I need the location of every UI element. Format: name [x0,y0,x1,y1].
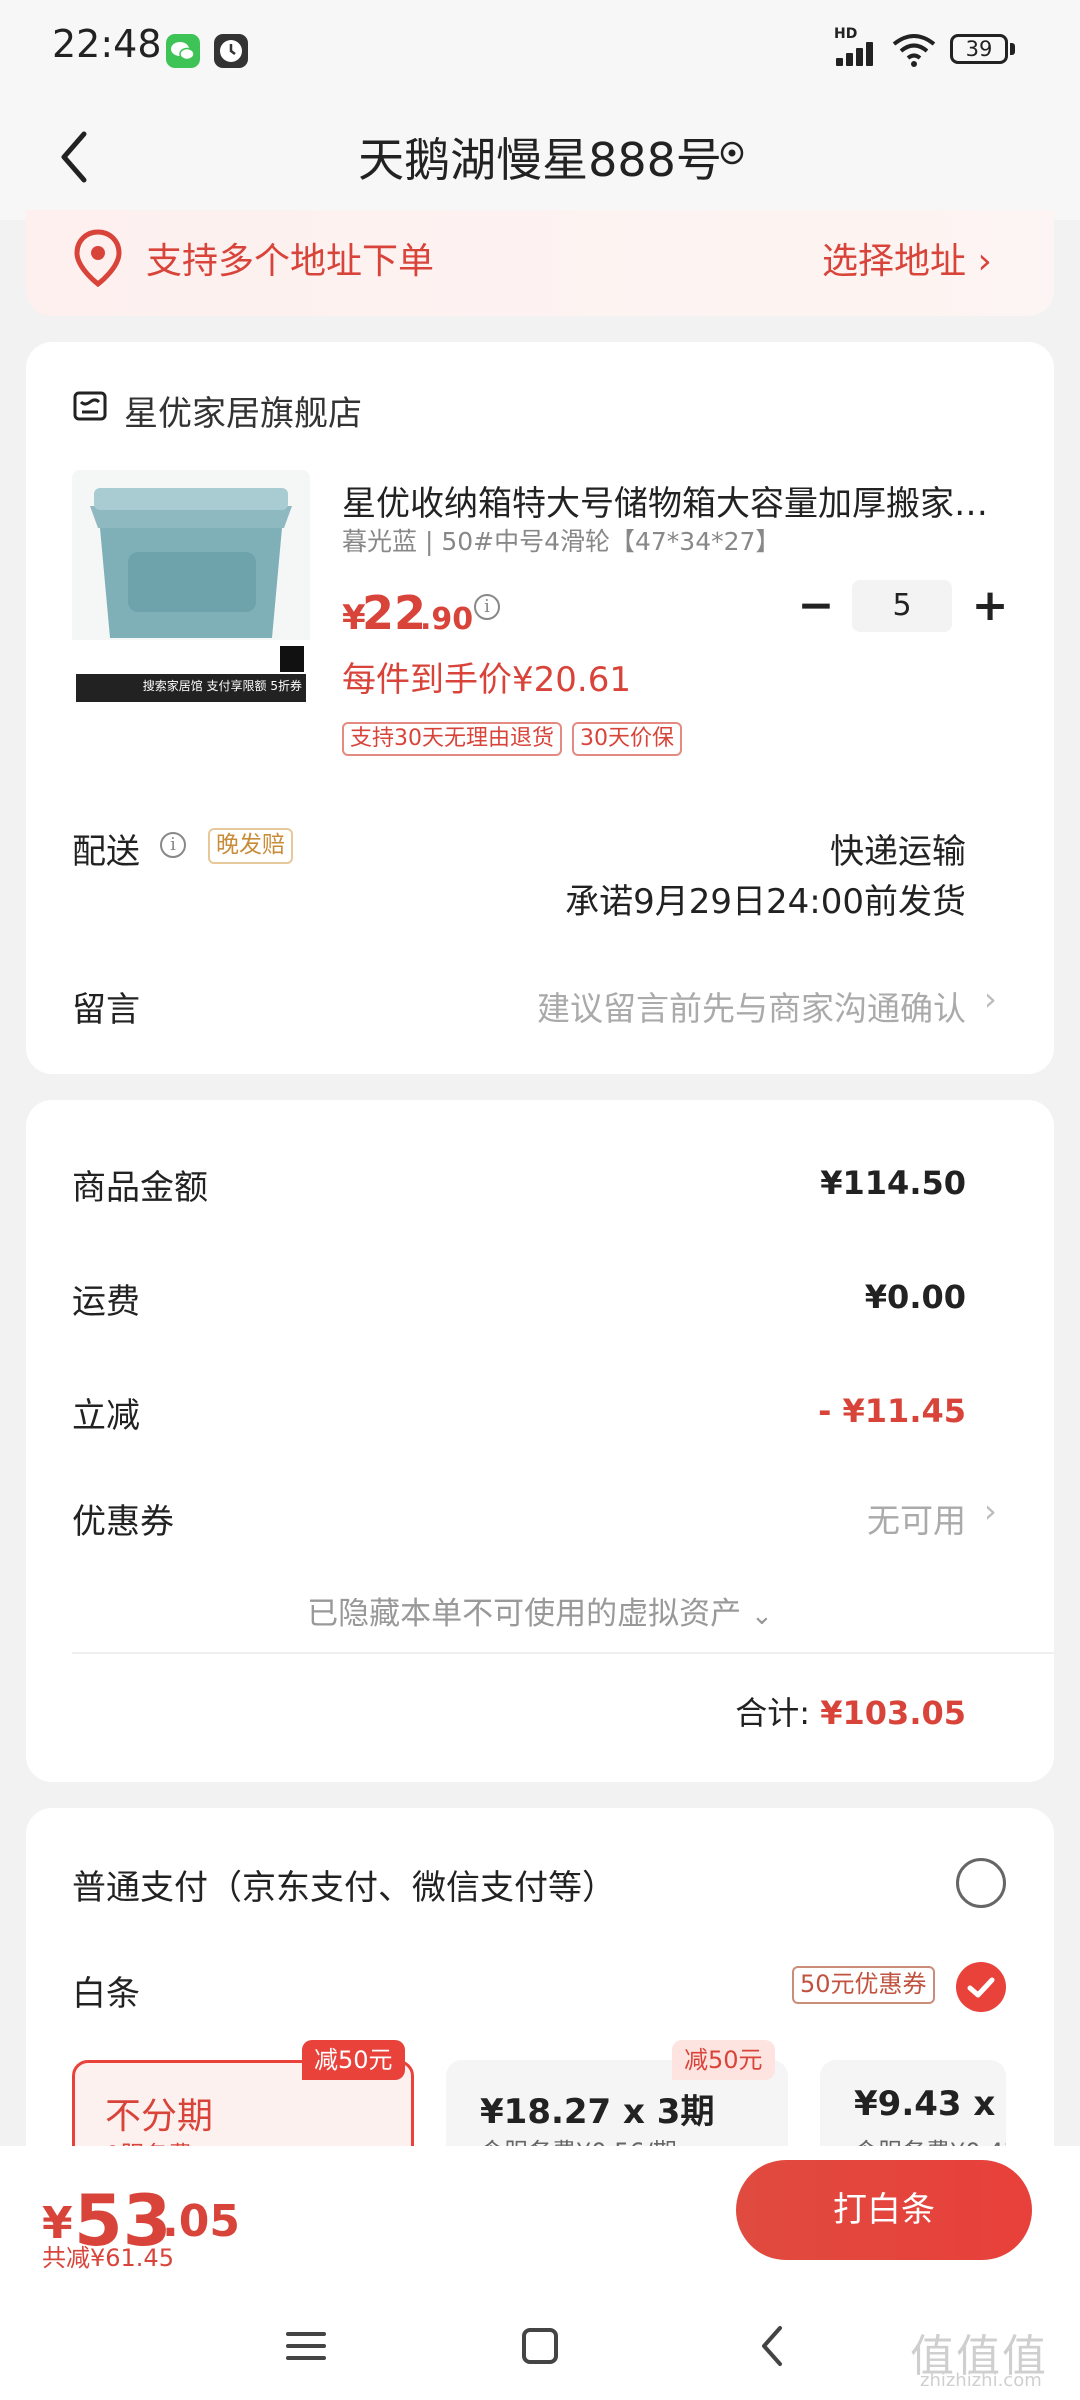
plan-title: 不分期 [105,2096,214,2137]
pay-baitiao-button[interactable]: 打白条 [736,2160,1032,2260]
late-delivery-tag: 晚发赔 [208,828,293,864]
checkmark-icon [967,1977,995,1998]
price-integer: 22 [362,586,427,640]
coupon-chevron-icon: › [984,1492,997,1530]
plan-badge: 减50元 [672,2040,775,2080]
price-protect-tag: 30天价保 [572,722,682,756]
shop-icon [72,388,108,424]
location-pin-icon[interactable] [718,140,746,168]
total-row: 合计: ¥103.05 [735,1688,966,1734]
shipping-value: ¥0.00 [864,1278,966,1316]
coupon-value[interactable]: 无可用 [867,1494,966,1542]
product-spec[interactable]: 暮光蓝 | 50#中号4滑轮【47*34*27】 [342,522,780,558]
hidden-assets-text: 已隐藏本单不可使用的虚拟资产 [307,1596,742,1632]
delivery-label: 配送 [72,832,140,872]
plan-title: ¥9.43 x 6 [854,2084,1006,2124]
normal-payment-label[interactable]: 普通支付（京东支付、微信支付等） [72,1860,616,1909]
message-input[interactable]: 建议留言前先与商家沟通确认 [537,982,966,1030]
signal-icon [836,38,882,66]
menu-nav-icon[interactable] [276,2316,336,2376]
summary-divider [72,1652,1054,1654]
multi-address-text: 支持多个地址下单 [146,241,435,282]
battery-tip [1010,43,1015,55]
coupon-label: 优惠券 [72,1502,174,1542]
back-nav-icon[interactable] [744,2316,804,2376]
return-policy-tag: 支持30天无理由退货 [342,722,562,756]
map-pin-icon [72,228,124,288]
total-label: 合计: [735,1694,811,1732]
hidden-assets-toggle[interactable]: 已隐藏本单不可使用的虚拟资产 ⌄ [0,1588,1080,1633]
goods-amount-label: 商品金额 [72,1168,208,1208]
product-image[interactable]: 搜索家居馆 支付享限额 5折券 [72,470,310,706]
delivery-info-icon[interactable]: i [160,832,186,858]
status-time: 22:48 [52,22,162,66]
shop-name[interactable]: 星优家居旗舰店 [124,386,362,435]
product-title[interactable]: 星优收纳箱特大号储物箱大容量加厚搬家… [342,476,1002,525]
choose-address-link[interactable]: 选择地址 › [822,232,992,284]
price-decimal: .90 [420,602,474,637]
price-info-icon[interactable]: i [474,594,500,620]
page-title: 天鹅湖慢星888号 [358,133,722,187]
quantity-increase-button[interactable]: + [970,578,1010,638]
total-saved: 共减¥61.45 [42,2244,174,2272]
clock-app-icon [214,34,248,68]
battery-icon: 39 [950,34,1008,64]
unit-price: 每件到手价¥20.61 [342,660,631,700]
watermark-url: zhizhizhi.com [920,2370,1042,2391]
normal-payment-radio[interactable] [956,1858,1006,1908]
home-nav-icon[interactable] [510,2316,570,2376]
quantity-decrease-button[interactable]: − [796,578,836,638]
discount-label: 立减 [72,1396,140,1436]
total-value: ¥103.05 [820,1694,966,1732]
quantity-input[interactable]: 5 [852,580,952,632]
discount-value: - ¥11.45 [818,1392,966,1430]
delivery-promise: 承诺9月29日24:00前发货 [565,882,966,922]
product-image-caption: 搜索家居馆 支付享限额 5折券 [142,679,302,693]
message-label: 留言 [72,990,140,1030]
plan-badge: 减50元 [302,2040,405,2080]
order-card [26,342,1054,1074]
wifi-icon [892,32,936,68]
baitiao-coupon-tag[interactable]: 50元优惠券 [792,1966,935,2004]
goods-amount-value: ¥114.50 [820,1164,966,1202]
plan-title: ¥18.27 x 3期 [480,2092,715,2132]
delivery-method[interactable]: 快递运输 [830,824,966,873]
baitiao-label[interactable]: 白条 [72,1966,140,2015]
message-chevron-icon: › [984,980,997,1018]
wechat-icon [166,34,200,68]
shipping-label: 运费 [72,1282,140,1322]
expand-chevron-icon: ⌄ [751,1601,773,1631]
baitiao-radio-checked[interactable] [956,1962,1006,2012]
